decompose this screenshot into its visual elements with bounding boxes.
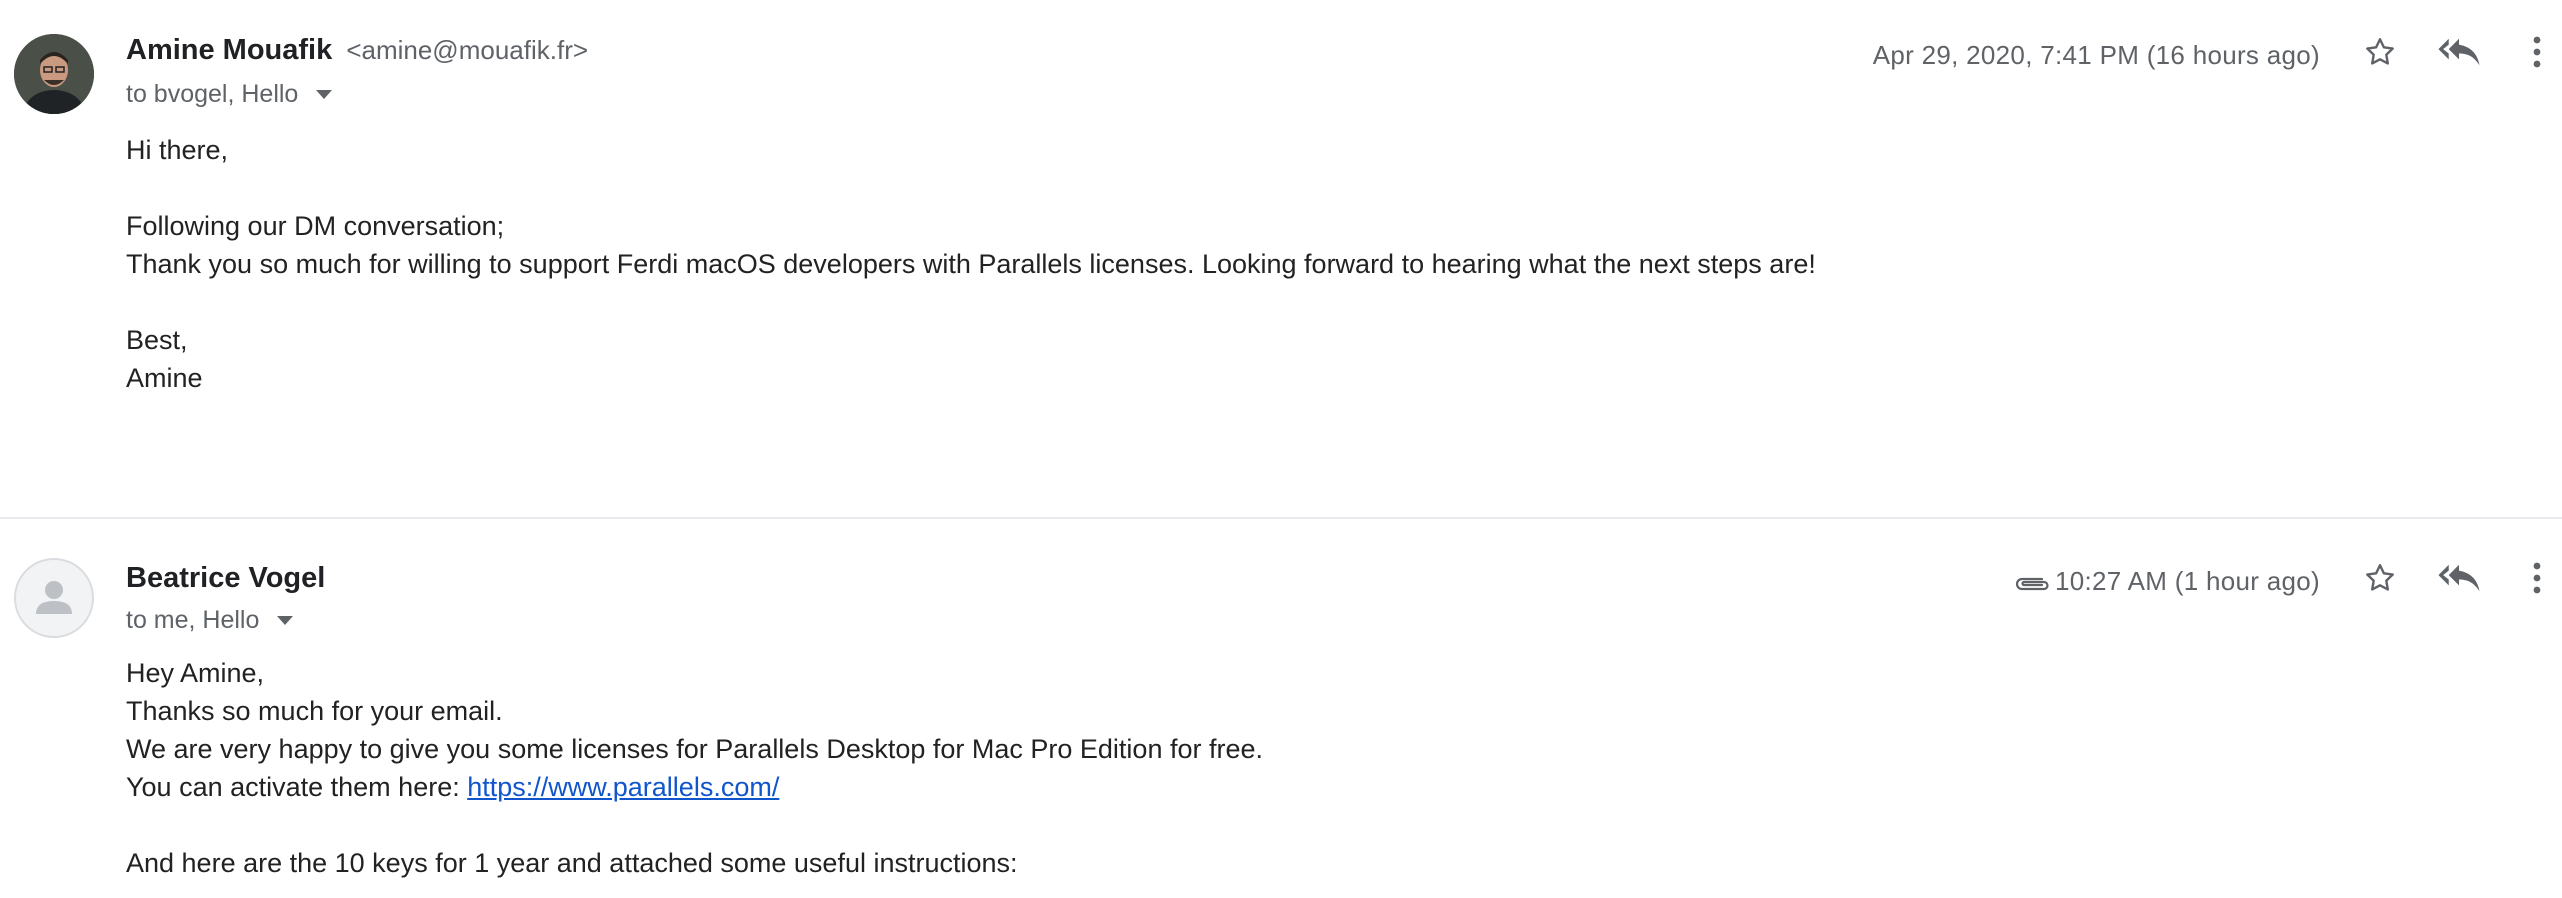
body-line: We are very happy to give you some licen… — [126, 734, 1264, 764]
star-icon[interactable] — [2358, 556, 2402, 600]
message-body: Hi there, Following our DM conversation;… — [126, 131, 1816, 397]
chevron-down-icon[interactable] — [277, 616, 294, 625]
recipients-line[interactable]: to me, Hello — [126, 606, 294, 635]
body-line: You can activate them here: https://www.… — [126, 768, 1263, 806]
body-spacer — [126, 169, 1816, 207]
sender-name[interactable]: Beatrice Vogel — [126, 562, 325, 594]
sender-avatar — [14, 558, 94, 638]
star-icon[interactable] — [2358, 30, 2402, 74]
chevron-down-icon[interactable] — [316, 90, 333, 99]
sender-line: Beatrice Vogel — [126, 562, 325, 595]
sender-email: <amine@mouafik.fr> — [346, 35, 589, 65]
email-message: Amine Mouafik <amine@mouafik.fr> to bvog… — [0, 0, 2562, 518]
message-divider — [0, 517, 2562, 519]
message-date[interactable]: 10:27 AM (1 hour ago) — [2055, 566, 2320, 597]
body-line: And here are the 10 keys for 1 year and … — [126, 848, 1018, 878]
sender-line: Amine Mouafik <amine@mouafik.fr> — [126, 34, 588, 67]
more-vert-icon[interactable] — [2522, 556, 2552, 600]
message-body: Hey Amine, Thanks so much for your email… — [126, 654, 1263, 882]
reply-all-icon[interactable] — [2434, 30, 2484, 74]
parallels-link[interactable]: https://www.parallels.com/ — [467, 772, 779, 802]
body-spacer — [126, 283, 1816, 321]
paperclip-icon — [2012, 564, 2052, 604]
more-vert-icon[interactable] — [2522, 30, 2552, 74]
body-line: Hey Amine, — [126, 658, 265, 688]
sender-avatar — [14, 34, 94, 114]
recipients-text: to bvogel, Hello — [126, 80, 299, 108]
sender-name[interactable]: Amine Mouafik — [126, 34, 332, 66]
body-line: Following our DM conversation; — [126, 211, 505, 241]
body-line: Amine — [126, 363, 203, 393]
body-line: Thank you so much for willing to support… — [126, 249, 1816, 279]
message-date[interactable]: Apr 29, 2020, 7:41 PM (16 hours ago) — [1873, 40, 2320, 71]
body-spacer — [126, 806, 1263, 844]
recipients-text: to me, Hello — [126, 606, 260, 634]
body-line: Hi there, — [126, 135, 229, 165]
body-text-prefix: You can activate them here: — [126, 772, 468, 802]
reply-all-icon[interactable] — [2434, 556, 2484, 600]
email-message: Beatrice Vogel to me, Hello 10:27 AM (1 … — [0, 520, 2562, 898]
body-line: Thanks so much for your email. — [126, 696, 503, 726]
body-line: Best, — [126, 325, 188, 355]
recipients-line[interactable]: to bvogel, Hello — [126, 80, 333, 109]
